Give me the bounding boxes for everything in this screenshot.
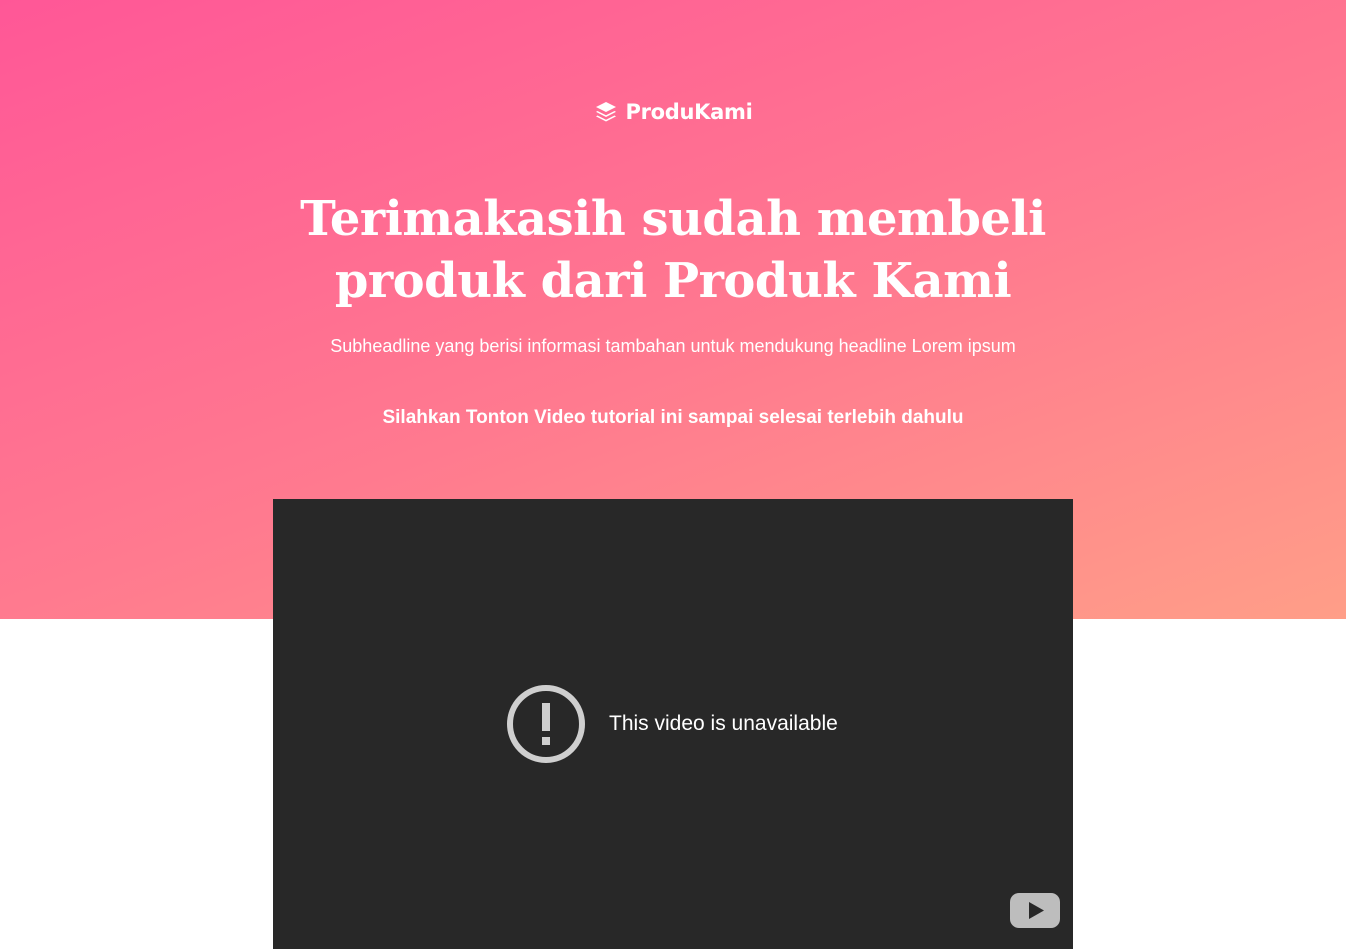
page-subheadline: Subheadline yang berisi informasi tambah… xyxy=(330,336,1016,356)
brand-name: ProduKami xyxy=(625,100,753,124)
video-player[interactable]: This video is unavailable xyxy=(273,499,1073,949)
youtube-logo-icon[interactable] xyxy=(1009,892,1061,929)
page-headline: Terimakasih sudah membeli produk dari Pr… xyxy=(300,191,1046,309)
video-error-message: This video is unavailable xyxy=(505,683,838,765)
layers-icon xyxy=(594,100,618,124)
video-instruction: Silahkan Tonton Video tutorial ini sampa… xyxy=(382,407,964,428)
brand-logo[interactable]: ProduKami xyxy=(0,100,1346,124)
video-error-text: This video is unavailable xyxy=(609,712,838,735)
page: ProduKami Terimakasih sudah membeli prod… xyxy=(0,0,1346,949)
alert-circle-icon xyxy=(505,683,587,765)
